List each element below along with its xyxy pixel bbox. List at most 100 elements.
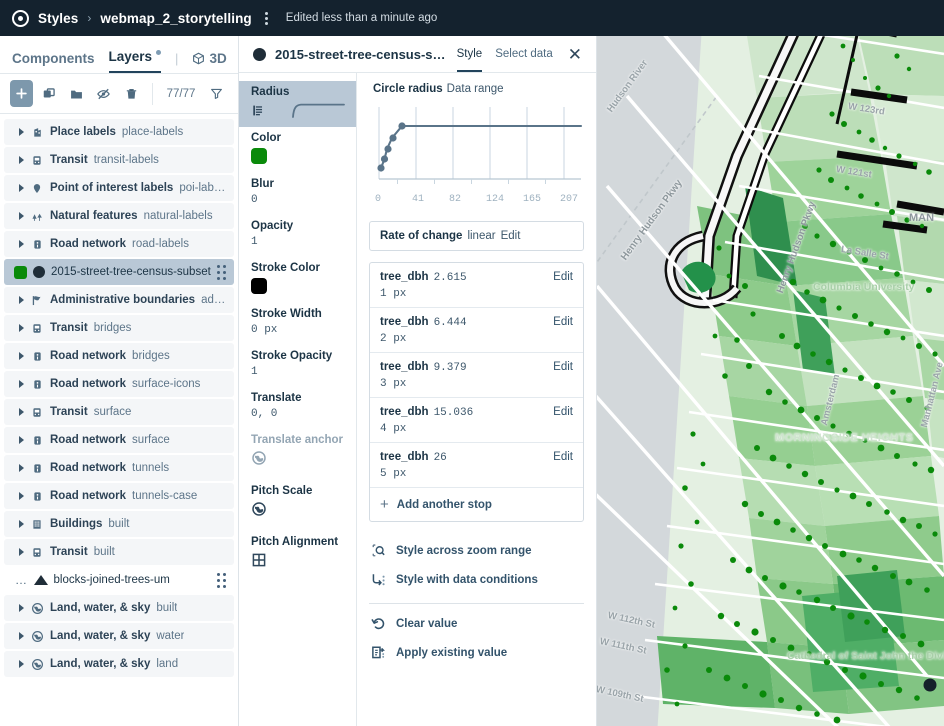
expand-caret-icon[interactable] [19, 240, 24, 248]
filter-layers-button[interactable] [205, 80, 228, 107]
rate-of-change-row[interactable]: Rate of change linear Edit [370, 222, 583, 250]
breadcrumb-current-style[interactable]: webmap_2_storytelling [100, 11, 251, 26]
property-opacity[interactable]: Opacity 1 [239, 215, 356, 257]
tab-components[interactable]: Components [12, 51, 95, 73]
x-tick-3: 124 [486, 194, 523, 205]
layer-row-land-built[interactable]: Land, water, & sky built [4, 595, 234, 621]
layer-row-road-tunnels[interactable]: Road network tunnels [4, 455, 234, 481]
layer-row-road-bridges[interactable]: Road network bridges [4, 343, 234, 369]
property-translate-anchor[interactable]: Translate anchor [239, 429, 356, 480]
data-range-chart[interactable]: 0 41 82 124 165 207 [369, 101, 584, 209]
expand-caret-icon[interactable] [19, 212, 24, 220]
property-stroke-opacity[interactable]: Stroke Opacity 1 [239, 345, 356, 387]
x-tick-0: 0 [375, 194, 412, 205]
layer-row-buildings-built[interactable]: Buildings built [4, 511, 234, 537]
property-pitch-scale[interactable]: Pitch Scale [239, 480, 356, 531]
expand-caret-icon[interactable] [19, 156, 24, 164]
layer-row-transit-labels[interactable]: Transit transit-labels [4, 147, 234, 173]
property-value: 0, 0 [251, 408, 346, 420]
layer-row-transit-built[interactable]: Transit built [4, 539, 234, 565]
layer-name: Transit [50, 546, 88, 558]
property-stroke-width[interactable]: Stroke Width 0 px [239, 303, 356, 345]
expand-caret-icon[interactable] [19, 604, 24, 612]
style-with-data-conditions-button[interactable]: Style with data conditions [369, 565, 584, 594]
overflow-ellipsis[interactable]: … [15, 573, 28, 587]
property-list[interactable]: Radius Color [239, 73, 357, 726]
expand-caret-icon[interactable] [19, 352, 24, 360]
expand-caret-icon[interactable] [19, 436, 24, 444]
layer-row-transit-bridges[interactable]: Transit bridges [4, 315, 234, 341]
map-canvas[interactable]: Hudson River Henry Hudson Pkwy Henry Hud… [597, 36, 944, 726]
drag-handle-icon[interactable] [217, 265, 228, 280]
layer-row-road-surface-icons[interactable]: Road network surface-icons [4, 371, 234, 397]
stop-row[interactable]: tree_dbh 9.379 Edit 3 px [370, 353, 583, 398]
layer-row-admin[interactable]: Administrative boundaries admin [4, 287, 234, 313]
add-layer-button[interactable] [10, 80, 33, 107]
layer-row-land-water[interactable]: Land, water, & sky water [4, 623, 234, 649]
layer-name: Land, water, & sky [50, 602, 150, 614]
expand-caret-icon[interactable] [19, 520, 24, 528]
expand-caret-icon[interactable] [19, 296, 24, 304]
expand-caret-icon[interactable] [19, 324, 24, 332]
property-pitch-alignment[interactable]: Pitch Alignment [239, 531, 356, 582]
stop-edit-button[interactable]: Edit [553, 316, 573, 328]
expand-caret-icon[interactable] [19, 408, 24, 416]
tab-select-data[interactable]: Select data [495, 36, 553, 72]
layer-row-2015-street-tree-census-subset[interactable]: 2015-street-tree-census-subset [4, 259, 234, 285]
stop-edit-button[interactable]: Edit [553, 406, 573, 418]
stop-edit-button[interactable]: Edit [553, 271, 573, 283]
layer-list[interactable]: Place labels place-labels Transit transi… [0, 114, 238, 726]
delete-layer-button[interactable] [120, 80, 143, 107]
breadcrumb-styles[interactable]: Styles [38, 11, 78, 26]
duplicate-layer-button[interactable] [38, 80, 61, 107]
layer-row-road-labels[interactable]: Road network road-labels [4, 231, 234, 257]
stop-row[interactable]: tree_dbh 2.615 Edit 1 px [370, 263, 583, 308]
stop-row[interactable]: tree_dbh 6.444 Edit 2 px [370, 308, 583, 353]
clear-value-button[interactable]: Clear value [369, 609, 584, 638]
layer-color-swatch[interactable] [14, 266, 27, 279]
property-stroke-color[interactable]: Stroke Color [239, 257, 356, 303]
property-value: 1 [251, 366, 346, 378]
drag-handle-icon[interactable] [217, 573, 228, 588]
hide-layers-button[interactable] [93, 80, 116, 107]
color-swatch[interactable] [251, 148, 267, 164]
layer-row-transit-surface[interactable]: Transit surface [4, 399, 234, 425]
expand-caret-icon[interactable] [19, 184, 24, 192]
layer-row-blocks-joined-trees-um[interactable]: … blocks-joined-trees-um [4, 567, 234, 593]
style-across-zoom-range-button[interactable]: Style across zoom range [369, 536, 584, 565]
stroke-color-swatch[interactable] [251, 278, 267, 294]
kebab-menu-icon[interactable] [261, 9, 272, 28]
layer-row-place-labels[interactable]: Place labels place-labels [4, 119, 234, 145]
expand-caret-icon[interactable] [19, 660, 24, 668]
apply-existing-value-button[interactable]: Apply existing value [369, 638, 584, 667]
expand-caret-icon[interactable] [19, 464, 24, 472]
expand-caret-icon[interactable] [19, 548, 24, 556]
add-another-stop-button[interactable]: + Add another stop [370, 488, 583, 521]
layer-sublabel: surface-icons [132, 378, 200, 390]
stop-row[interactable]: tree_dbh 15.036 Edit 4 px [370, 398, 583, 443]
tab-style[interactable]: Style [457, 36, 483, 72]
stop-input-value: 2.615 [434, 272, 467, 284]
expand-caret-icon[interactable] [19, 632, 24, 640]
layer-name: Place labels [50, 126, 116, 138]
rate-of-change-edit-button[interactable]: Edit [501, 230, 521, 242]
close-icon[interactable]: ✕ [566, 44, 584, 65]
layer-row-road-surface[interactable]: Road network surface [4, 427, 234, 453]
property-translate[interactable]: Translate 0, 0 [239, 387, 356, 429]
group-layers-button[interactable] [65, 80, 88, 107]
expand-caret-icon[interactable] [19, 128, 24, 136]
stop-row[interactable]: tree_dbh 26 Edit 5 px [370, 443, 583, 488]
property-color[interactable]: Color [239, 127, 356, 173]
layer-row-land-land[interactable]: Land, water, & sky land [4, 651, 234, 677]
expand-caret-icon[interactable] [19, 380, 24, 388]
stop-edit-button[interactable]: Edit [553, 451, 573, 463]
tab-3d[interactable]: 3D [192, 51, 226, 73]
property-radius[interactable]: Radius [239, 81, 356, 127]
expand-caret-icon[interactable] [19, 492, 24, 500]
layer-row-road-tunnels-case[interactable]: Road network tunnels-case [4, 483, 234, 509]
layer-row-natural-labels[interactable]: Natural features natural-labels [4, 203, 234, 229]
stop-edit-button[interactable]: Edit [553, 361, 573, 373]
layer-row-poi-labels[interactable]: Point of interest labels poi-labels [4, 175, 234, 201]
property-blur[interactable]: Blur 0 [239, 173, 356, 215]
tab-layers[interactable]: Layers [109, 49, 162, 73]
